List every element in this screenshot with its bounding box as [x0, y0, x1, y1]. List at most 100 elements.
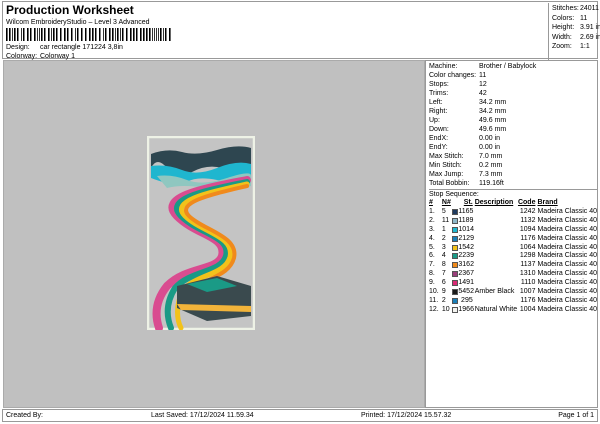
needle-number: 2 — [441, 296, 446, 304]
barcode-bar — [37, 28, 38, 41]
info-label: Color changes: — [429, 72, 477, 79]
machine-info-row: Stops: 12 — [429, 80, 597, 89]
thread-code: 1310 — [519, 270, 536, 278]
barcode-bar — [140, 28, 142, 41]
needle-number: 3 — [441, 243, 446, 251]
thread-code: 1004 — [519, 305, 536, 313]
info-value: 7.3 mm — [479, 171, 503, 178]
stitch-count: 1014 — [458, 225, 474, 233]
barcode-bar — [109, 28, 111, 41]
page-number: Page 1 of 1 — [558, 412, 594, 419]
table-row: 8. 7 2367 1310 Madeira Classic 40 — [429, 270, 597, 279]
stat-value: 11 — [580, 14, 588, 22]
stitch-count: 1966 — [458, 305, 474, 313]
info-value: 49.6 mm — [479, 117, 507, 124]
machine-info-row: Machine: Brother / Babylock — [429, 62, 597, 71]
machine-info-row: Right: 34.2 mm — [429, 107, 597, 116]
thread-code: 1176 — [520, 234, 536, 242]
stat-label: Width: — [552, 33, 572, 41]
barcode-bar — [158, 28, 159, 41]
barcode-bar — [99, 28, 101, 41]
info-label: Max Jump: — [429, 171, 464, 178]
machine-info-row: Left: 34.2 mm — [429, 98, 597, 107]
info-value: 7.0 mm — [479, 153, 503, 160]
info-value: 0.2 mm — [479, 162, 503, 169]
row-index: 1. — [429, 207, 435, 215]
col-stitches: St. — [463, 199, 473, 206]
stat-width: Width: 2.69 in — [552, 34, 600, 44]
info-label: Total Bobbin: — [429, 180, 470, 187]
stop-sequence-title: Stop Sequence: — [429, 189, 597, 199]
thread-description: Amber Black — [474, 288, 515, 296]
thread-description: Natural White — [474, 305, 518, 313]
table-row: 4. 2 2129 1176 Madeira Classic 40 — [429, 235, 597, 244]
thread-brand: Madeira Classic 40 — [537, 225, 597, 233]
col-code: Code — [517, 199, 536, 206]
colorway-row: Colorway: Colorway 1 — [6, 53, 75, 60]
info-label: Stops: — [429, 81, 449, 88]
thread-code: 1110 — [520, 279, 536, 287]
thread-description — [473, 244, 518, 253]
needle-number: 7 — [441, 270, 446, 278]
barcode-bar — [14, 28, 16, 41]
row-index: 4. — [429, 234, 435, 242]
design-row: Design: car rectangle 171224 3,8in — [6, 44, 123, 51]
thread-code: 1137 — [520, 261, 536, 269]
thread-brand: Madeira Classic 40 — [537, 207, 597, 215]
thread-brand: Madeira Classic 40 — [537, 296, 597, 304]
stat-value: 1:1 — [580, 43, 590, 51]
design-preview-canvas — [3, 60, 425, 408]
colorway-value: Colorway 1 — [40, 53, 76, 60]
machine-info-row: Total Bobbin: 119.16ft — [429, 179, 597, 188]
info-value: 49.6 mm — [479, 126, 507, 133]
barcode-bar — [92, 28, 94, 41]
design-label: Design: — [6, 44, 30, 51]
machine-info-row: Color changes: 11 — [429, 71, 597, 80]
info-value: 12 — [479, 81, 487, 88]
barcode-bar — [67, 28, 69, 41]
barcode-bar — [89, 28, 91, 41]
thread-brand: Madeira Classic 40 — [537, 252, 597, 260]
machine-info-row: Trims: 42 — [429, 89, 597, 98]
stitch-count: 1189 — [458, 216, 474, 224]
needle-number: 5 — [441, 207, 446, 215]
barcode-bar — [12, 28, 13, 41]
barcode-bar — [51, 28, 52, 41]
needle-number: 9 — [441, 288, 446, 296]
barcode-bar — [95, 28, 97, 41]
stat-value: 3.91 in — [579, 24, 600, 32]
thread-code: 1094 — [519, 225, 536, 233]
row-index: 7. — [429, 261, 435, 269]
row-index: 6. — [429, 252, 435, 260]
last-saved: Last Saved: 17/12/2024 11.59.34 — [151, 412, 254, 419]
table-row: 10. 9 5452 Amber Black 1007 Madeira Classic 4… — [429, 288, 597, 297]
info-label: Up: — [429, 117, 440, 124]
software-name: Wilcom EmbroideryStudio – Level 3 Advanc… — [6, 19, 150, 26]
barcode-bar — [105, 28, 107, 41]
info-label: Machine: — [429, 63, 458, 70]
needle-number: 11 — [441, 216, 450, 224]
info-label: Down: — [429, 126, 449, 133]
stat-height: Height: 3.91 in — [552, 24, 600, 34]
footer: Created By: Last Saved: 17/12/2024 11.59… — [2, 409, 598, 422]
barcode-bar — [163, 28, 164, 41]
barcode-bar — [122, 28, 124, 41]
table-row: 11. 2 295 1176 Madeira Classic 40 — [429, 297, 597, 306]
row-index: 8. — [429, 270, 435, 278]
thread-description — [473, 279, 518, 288]
thread-description — [473, 261, 518, 270]
stat-zoom: Zoom: 1:1 — [552, 43, 600, 53]
design-value: car rectangle 171224 3,8in — [40, 44, 123, 51]
barcode-bar — [156, 28, 157, 41]
thread-brand: Madeira Classic 40 — [537, 243, 597, 251]
stitch-count: 1542 — [458, 243, 474, 251]
needle-number: 10 — [441, 305, 450, 313]
barcode-bar — [60, 28, 62, 41]
barcode-bar — [41, 28, 43, 41]
info-value: 34.2 mm — [479, 108, 507, 115]
barcode-bar — [117, 28, 119, 41]
barcode-bar — [81, 28, 83, 41]
barcode-bar — [53, 28, 55, 41]
barcode-bar — [115, 28, 116, 41]
barcode-bar — [169, 28, 171, 41]
